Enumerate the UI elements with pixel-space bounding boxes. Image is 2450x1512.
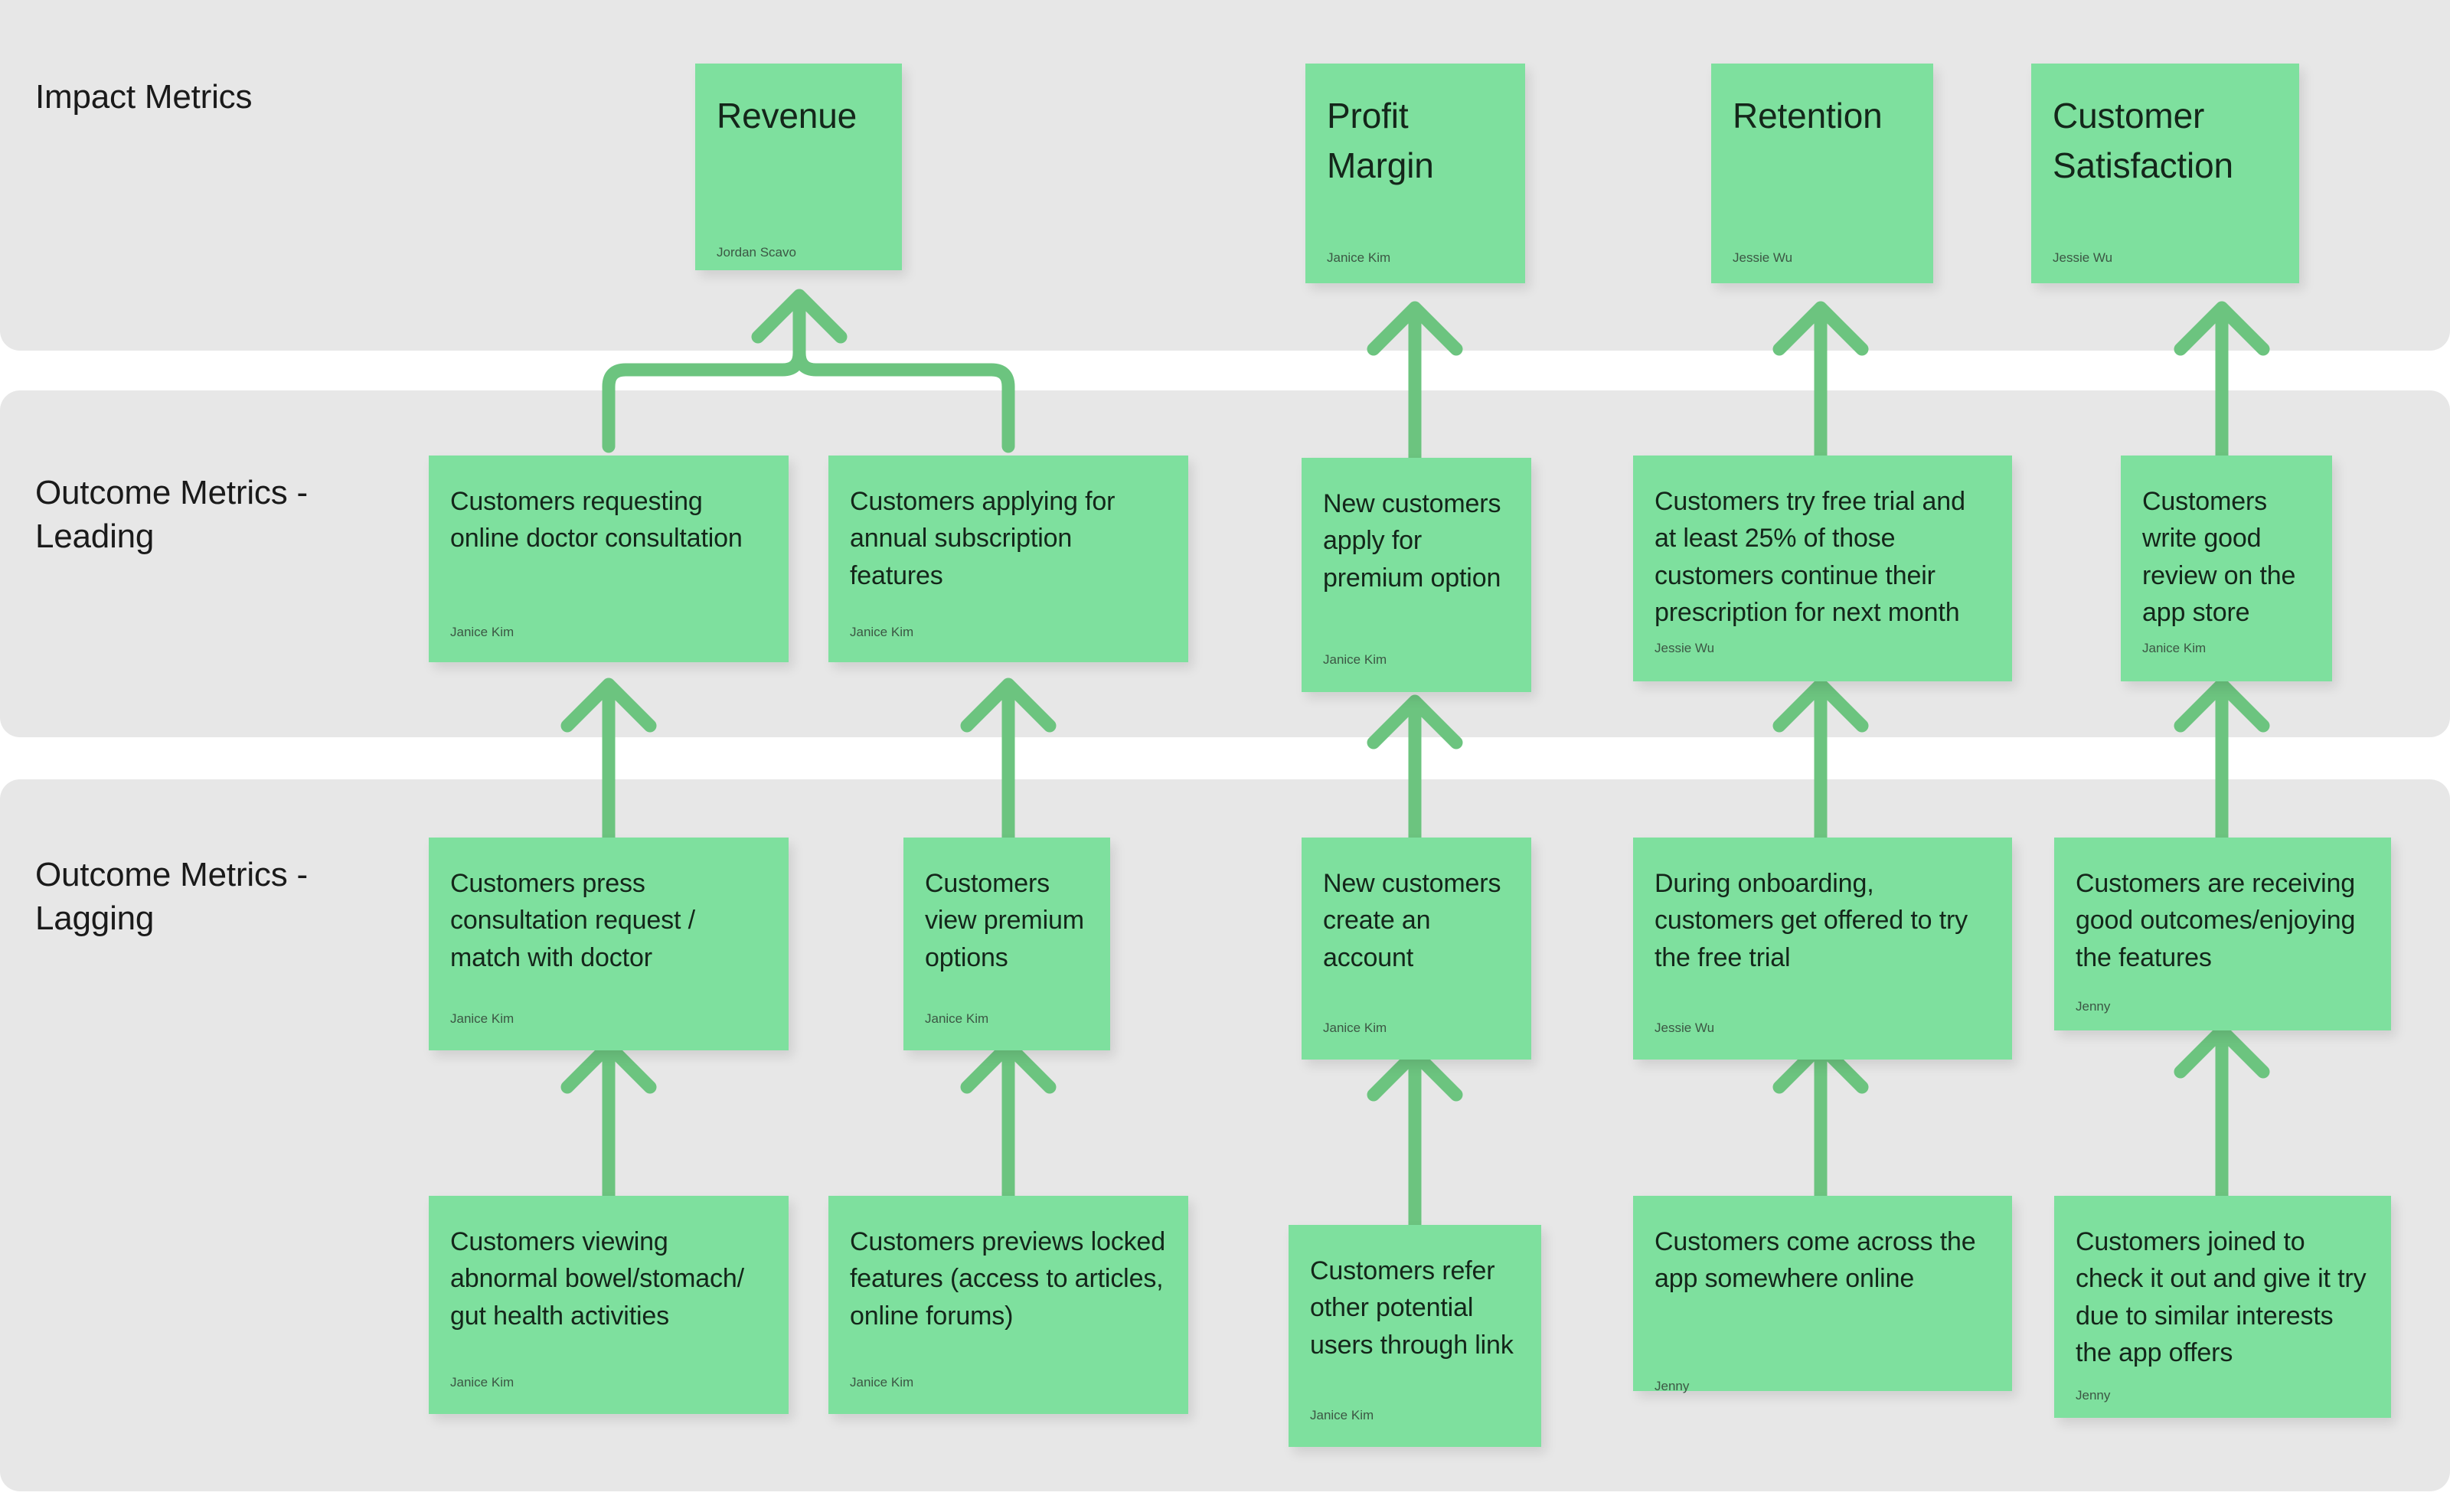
band-label-outcome-metrics-lagging: Outcome Metrics - Lagging [35,856,308,938]
card-title: Customers are receiving good outcomes/en… [2076,869,2356,972]
card-new-customers-create-account[interactable]: New customers create an account Janice K… [1302,838,1531,1060]
card-author: Jessie Wu [2053,250,2113,265]
card-author: Janice Kim [450,625,514,639]
card-title: New customers create an account [1323,869,1501,972]
card-author: Janice Kim [1310,1408,1374,1422]
card-previews-locked-features[interactable]: Customers previews locked features (acce… [828,1196,1188,1414]
card-receiving-good-outcomes[interactable]: Customers are receiving good outcomes/en… [2054,838,2391,1030]
card-author: Janice Kim [850,625,914,639]
card-author: Janice Kim [450,1375,514,1390]
band-outcome-metrics-leading [0,390,2450,737]
card-title: Customers refer other potential users th… [1310,1256,1514,1360]
card-joined-similar-interests[interactable]: Customers joined to check it out and giv… [2054,1196,2391,1418]
card-retention[interactable]: Retention Jessie Wu [1711,64,1933,283]
band-label-impact-metrics: Impact Metrics [35,78,253,116]
card-customer-satisfaction[interactable]: Customer Satisfaction Jessie Wu [2031,64,2299,283]
card-title: Customers previews locked features (acce… [850,1227,1165,1331]
card-free-trial-continue-prescription[interactable]: Customers try free trial and at least 25… [1633,456,2012,681]
card-online-doctor-consultation[interactable]: Customers requesting online doctor consu… [429,456,789,662]
card-refer-other-users[interactable]: Customers refer other potential users th… [1289,1225,1541,1447]
card-author: Janice Kim [925,1011,989,1026]
card-title: Profit Margin [1327,96,1434,186]
card-author: Janice Kim [1323,652,1387,667]
card-viewing-gut-health-activities[interactable]: Customers viewing abnormal bowel/stomach… [429,1196,789,1414]
card-title: Retention [1733,96,1883,136]
card-title: Customers applying for annual subscripti… [850,487,1116,590]
card-author: Janice Kim [450,1011,514,1026]
card-title: Customers come across the app somewhere … [1655,1227,1976,1294]
card-title: Customers view premium options [925,869,1084,972]
card-title: Customers viewing abnormal bowel/stomach… [450,1227,744,1331]
card-author: Jessie Wu [1655,1021,1715,1035]
card-good-review-app-store[interactable]: Customers write good review on the app s… [2121,456,2332,681]
card-title: Customers press consultation request / m… [450,869,695,972]
card-title: New customers apply for premium option [1323,489,1501,593]
card-come-across-app-online[interactable]: Customers come across the app somewhere … [1633,1196,2012,1393]
card-title: Customers write good review on the app s… [2142,487,2296,627]
card-author: Janice Kim [2142,641,2207,655]
card-premium-option-apply[interactable]: New customers apply for premium option J… [1302,458,1531,692]
card-profit-margin[interactable]: Profit Margin Janice Kim [1305,64,1525,283]
card-author: Jessie Wu [1655,641,1715,655]
card-author: Janice Kim [1327,250,1391,265]
card-view-premium-options[interactable]: Customers view premium options Janice Ki… [903,838,1110,1050]
card-author: Janice Kim [850,1375,914,1390]
band-label-outcome-metrics-leading: Outcome Metrics - Leading [35,474,308,556]
card-author: Jessie Wu [1733,250,1793,265]
card-author: Jenny [1655,1379,1690,1393]
card-title: Customers requesting online doctor consu… [450,487,743,554]
card-author: Jenny [2076,1388,2111,1403]
card-title: Customers try free trial and at least 25… [1655,487,1965,627]
card-title: Customer Satisfaction [2053,96,2233,186]
card-author: Jenny [2076,999,2111,1014]
card-press-consultation-request[interactable]: Customers press consultation request / m… [429,838,789,1050]
card-title: Customers joined to check it out and giv… [2076,1227,2367,1367]
card-onboarding-offer-free-trial[interactable]: During onboarding, customers get offered… [1633,838,2012,1060]
card-author: Jordan Scavo [717,245,796,260]
card-title: During onboarding, customers get offered… [1655,869,1968,972]
card-author: Janice Kim [1323,1021,1387,1035]
card-annual-subscription-features[interactable]: Customers applying for annual subscripti… [828,456,1188,662]
card-title: Revenue [717,96,858,136]
metrics-map-board: Impact Metrics Outcome Metrics - Leading… [0,0,2450,1512]
card-revenue[interactable]: Revenue Jordan Scavo [695,64,902,270]
